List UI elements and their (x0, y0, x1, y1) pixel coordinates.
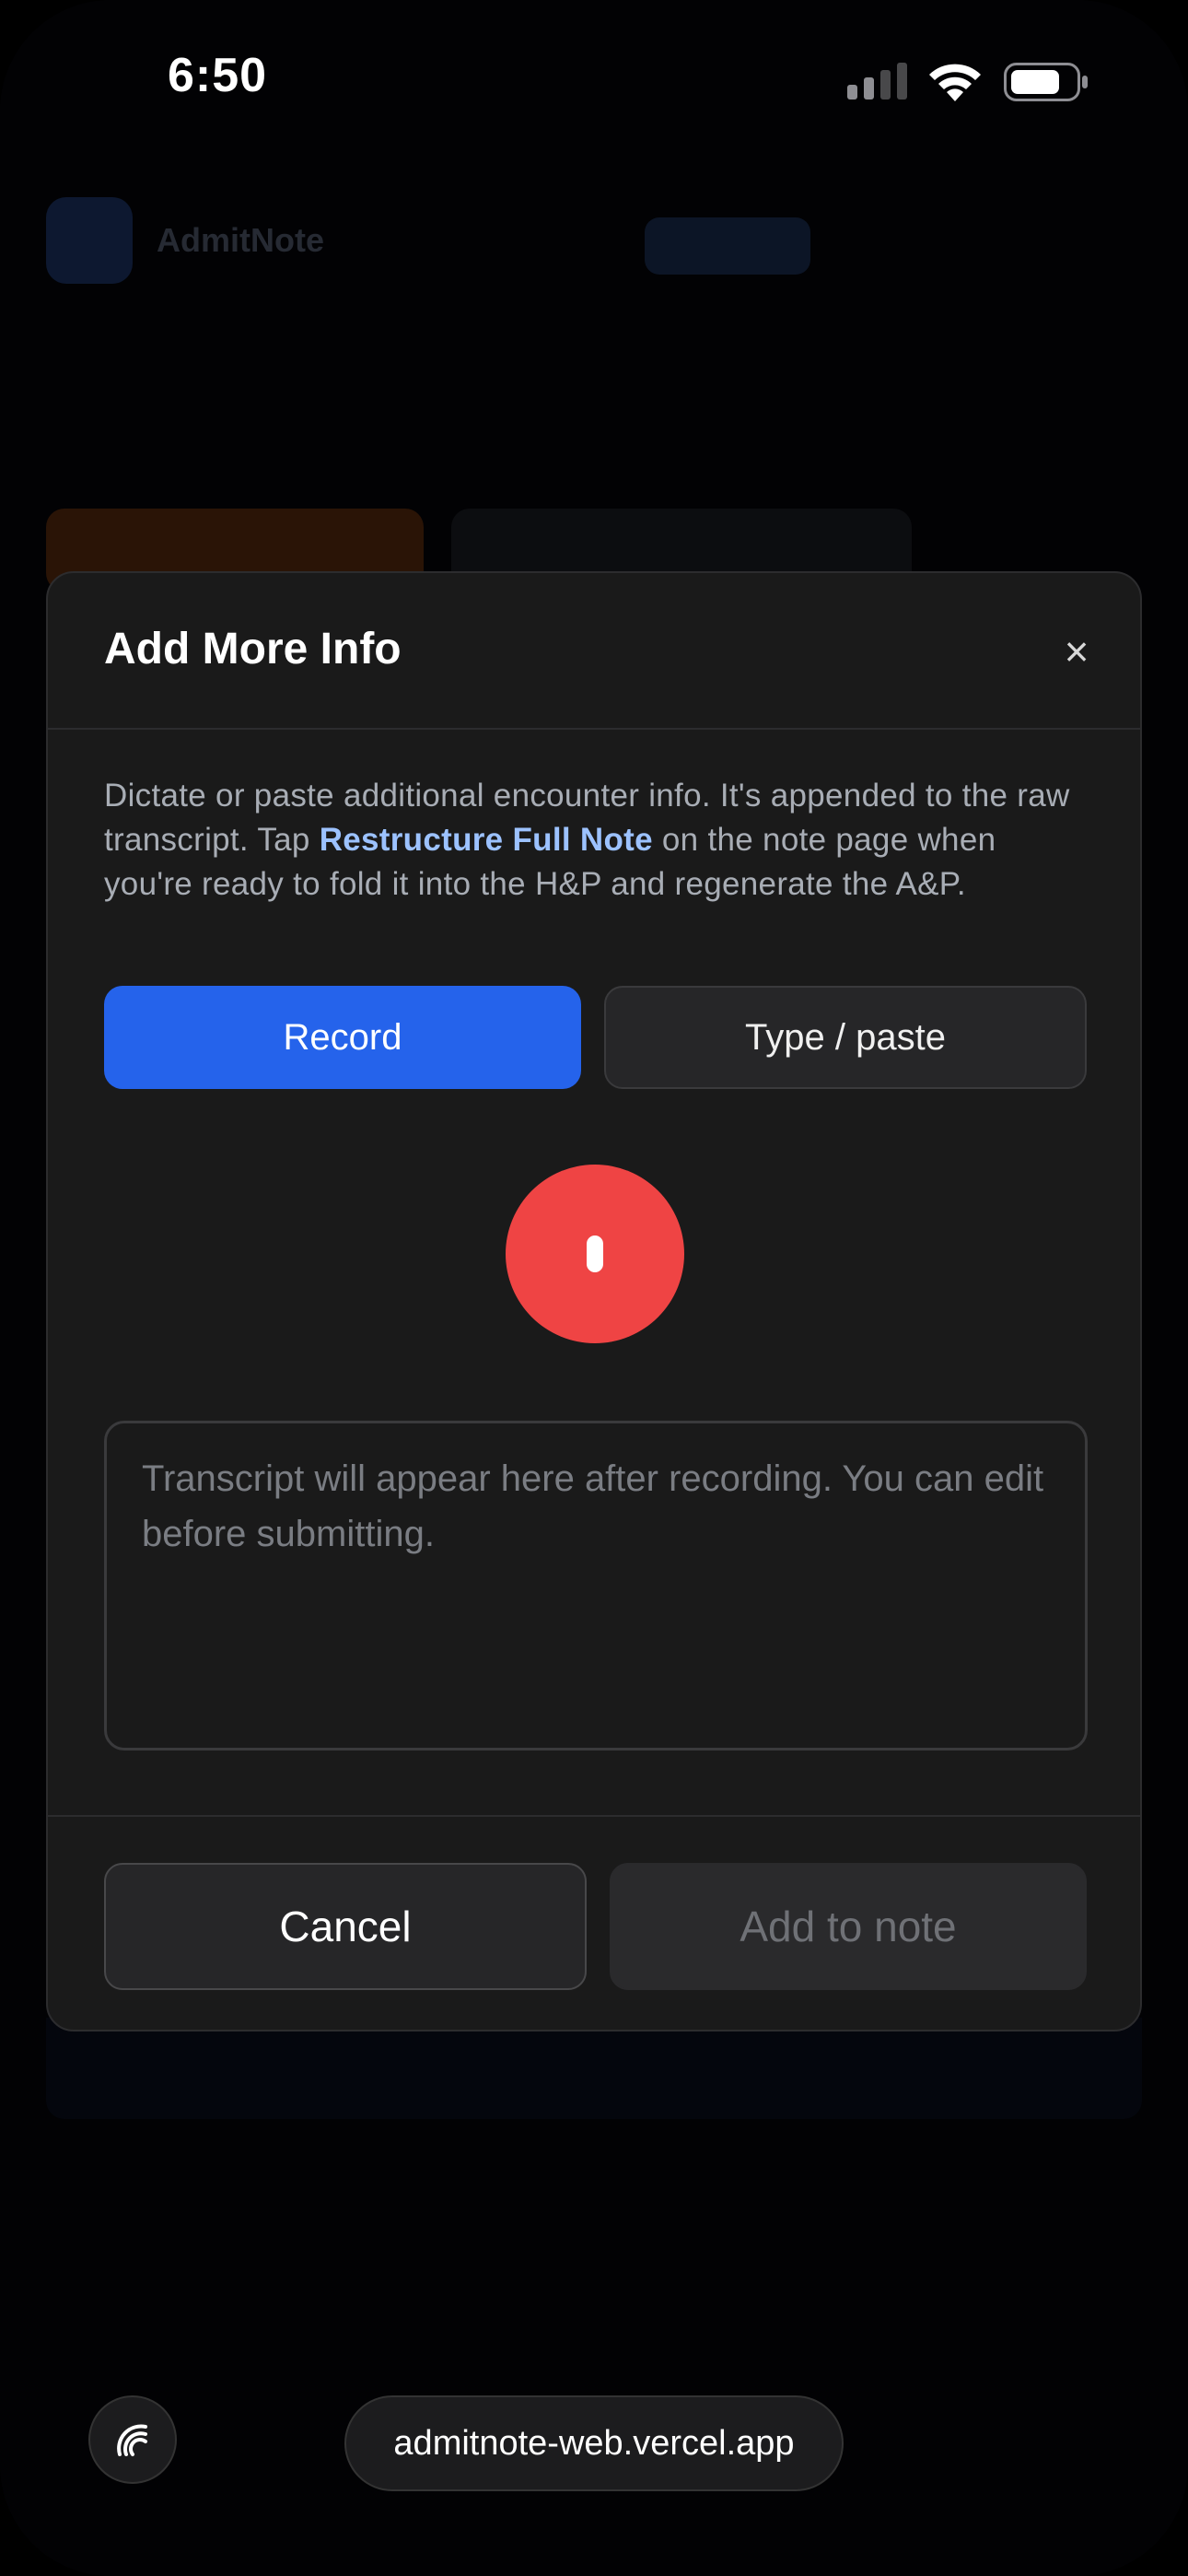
cancel-button[interactable]: Cancel (104, 1863, 587, 1990)
type-paste-mode-button[interactable]: Type / paste (604, 986, 1087, 1089)
phone-screen: 6:50 AdmitNote Add More Info × Dictate o… (0, 0, 1188, 2576)
tabs-icon (117, 2424, 147, 2456)
wifi-icon (929, 64, 981, 101)
background-pill (645, 217, 810, 275)
record-mode-button[interactable]: Record (104, 986, 581, 1089)
restructure-highlight: Restructure Full Note (319, 822, 653, 858)
cellular-signal-icon (847, 63, 907, 100)
url-bar[interactable]: admitnote-web.vercel.app (344, 2395, 844, 2491)
background-card (46, 2018, 1142, 2119)
modal-description: Dictate or paste additional encounter in… (104, 774, 1086, 907)
app-logo (46, 197, 133, 284)
add-more-info-modal: Add More Info × Dictate or paste additio… (46, 571, 1142, 2032)
footer-divider (48, 1815, 1140, 1817)
modal-title: Add More Info (104, 625, 402, 673)
microphone-icon (587, 1235, 603, 1272)
record-button[interactable] (506, 1165, 684, 1343)
status-time: 6:50 (168, 49, 268, 102)
battery-icon (1004, 63, 1088, 101)
close-icon[interactable]: × (1054, 628, 1100, 674)
add-to-note-button[interactable]: Add to note (610, 1863, 1087, 1990)
header-divider (48, 728, 1140, 730)
app-name: AdmitNote (157, 221, 324, 259)
tabs-button[interactable] (88, 2395, 177, 2484)
transcript-textarea[interactable] (104, 1421, 1088, 1751)
